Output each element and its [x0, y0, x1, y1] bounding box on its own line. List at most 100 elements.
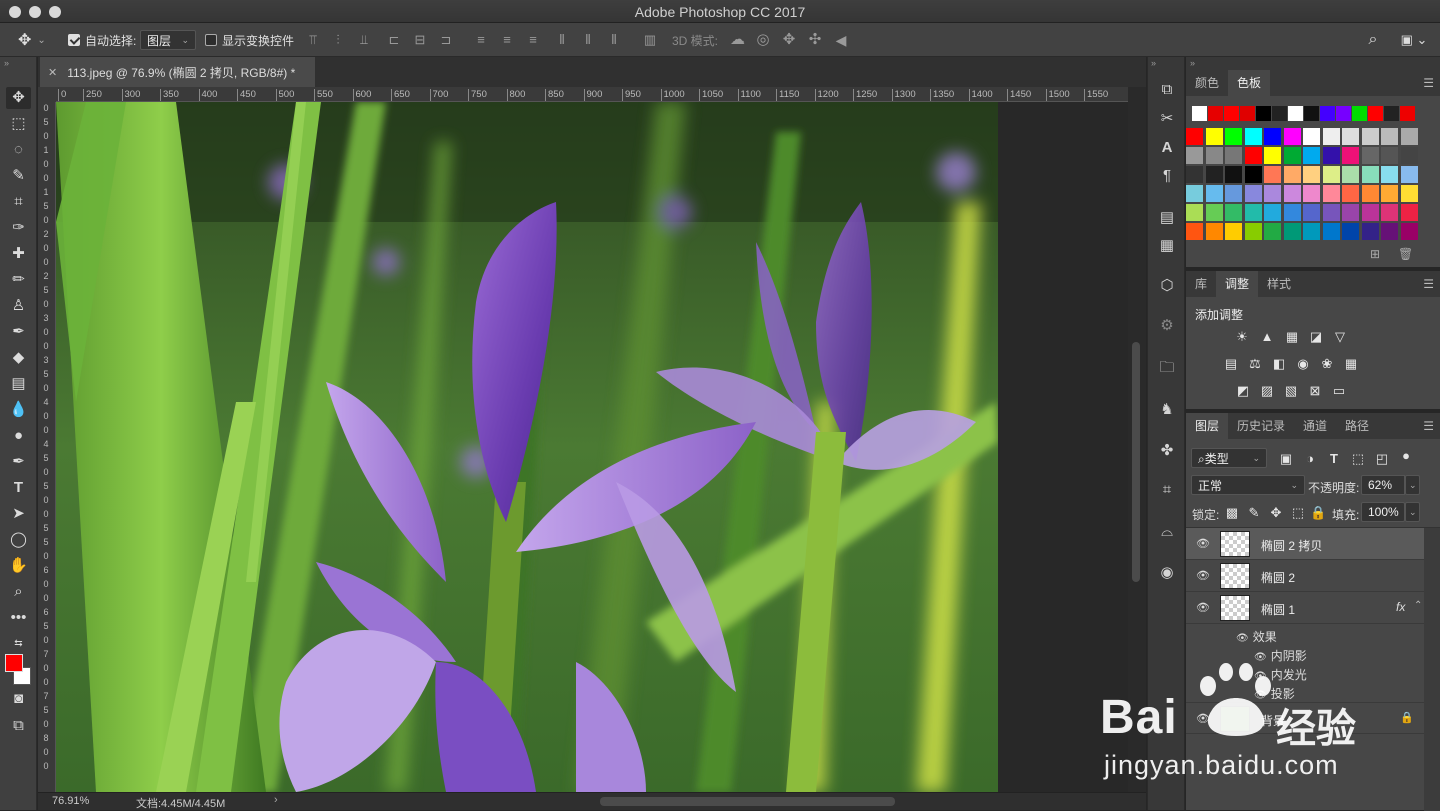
color-swatch[interactable]: [1381, 185, 1398, 202]
3d-panel-icon[interactable]: ⬡: [1156, 275, 1178, 297]
color-swatch[interactable]: [1400, 166, 1418, 183]
eraser-tool-icon[interactable]: ◆: [6, 347, 31, 369]
crop-tool-icon[interactable]: ⌗: [6, 191, 31, 213]
color-swatch[interactable]: [1342, 128, 1359, 145]
collapse-panels-icon[interactable]: »: [1151, 58, 1156, 68]
color-swatch[interactable]: [1322, 166, 1340, 183]
color-swatch[interactable]: [1283, 185, 1301, 202]
color-swatch[interactable]: [1264, 166, 1281, 183]
marquee-tool-icon[interactable]: ⬚: [6, 113, 31, 135]
color-swatch[interactable]: [1322, 204, 1340, 221]
color-swatch[interactable]: [1336, 106, 1351, 121]
color-swatch[interactable]: [1244, 204, 1262, 221]
timeline-icon[interactable]: ⚙: [1156, 315, 1178, 337]
lock-position-icon[interactable]: ✥: [1268, 506, 1284, 520]
zoom-tool-icon[interactable]: ⌕: [6, 581, 31, 603]
visibility-eye-icon[interactable]: 👁: [1196, 569, 1210, 582]
visibility-eye-icon[interactable]: 👁: [1196, 601, 1210, 614]
glyphs-icon[interactable]: ✂: [1156, 108, 1178, 130]
align-hcenter-icon[interactable]: ⊟: [413, 33, 427, 47]
align-right-icon[interactable]: ⊐: [439, 33, 453, 47]
crop-panel-icon[interactable]: ⌗: [1156, 479, 1178, 501]
fill-slider-toggle[interactable]: ⌄: [1405, 502, 1420, 522]
color-swatch[interactable]: [1244, 166, 1262, 183]
clone-source-icon[interactable]: ◉: [1156, 562, 1178, 584]
close-tab-icon[interactable]: ✕: [48, 66, 57, 79]
color-swatch[interactable]: [1186, 204, 1203, 221]
color-swatch[interactable]: [1264, 147, 1281, 164]
color-swatch[interactable]: [1381, 147, 1398, 164]
distribute-vcenter-icon[interactable]: ≡: [500, 33, 514, 47]
plugins-icon[interactable]: ✤: [1156, 440, 1178, 462]
color-swatch[interactable]: [1244, 185, 1262, 202]
clone-stamp-tool-icon[interactable]: ♙: [6, 295, 31, 317]
tab-styles[interactable]: 样式: [1258, 271, 1300, 297]
color-swatch[interactable]: [1322, 147, 1340, 164]
color-swatch[interactable]: [1264, 185, 1281, 202]
filter-adjustment-icon[interactable]: ◑: [1302, 452, 1318, 466]
color-swatch[interactable]: [1288, 106, 1303, 121]
color-swatch[interactable]: [1304, 106, 1319, 121]
color-swatch[interactable]: [1400, 106, 1415, 121]
color-balance-icon[interactable]: ⚖: [1247, 357, 1263, 371]
zoom-level[interactable]: 76.91%: [52, 795, 89, 807]
actions-icon[interactable]: ♞: [1156, 399, 1178, 421]
gradient-map-icon[interactable]: ▭: [1331, 384, 1347, 398]
effects-row[interactable]: 👁 效果: [1236, 628, 1277, 645]
panel-menu-icon[interactable]: ☰: [1423, 419, 1434, 433]
color-swatch[interactable]: [1205, 204, 1223, 221]
show-transform-checkbox[interactable]: 显示变换控件: [205, 30, 294, 50]
color-swatch[interactable]: [1225, 166, 1242, 183]
tab-libraries[interactable]: 库: [1186, 271, 1216, 297]
tab-layers[interactable]: 图层: [1186, 413, 1229, 439]
pen-tool-icon[interactable]: ✒: [6, 451, 31, 473]
color-swatch[interactable]: [1205, 166, 1223, 183]
status-menu-arrow-icon[interactable]: ›: [274, 794, 278, 806]
color-swatch[interactable]: [1342, 223, 1359, 240]
color-swatch[interactable]: [1225, 204, 1242, 221]
color-swatch[interactable]: [1361, 128, 1379, 145]
search-icon[interactable]: ⌕: [1366, 32, 1380, 48]
layer-row[interactable]: 👁 椭圆 2 拷贝: [1186, 528, 1424, 560]
align-vcenter-icon[interactable]: ⫶: [331, 33, 345, 47]
tab-history[interactable]: 历史记录: [1228, 413, 1294, 439]
color-swatch[interactable]: [1384, 106, 1399, 121]
hand-tool-icon[interactable]: ✋: [6, 555, 31, 577]
color-swatch[interactable]: [1342, 185, 1359, 202]
layer-filter-kind-dropdown[interactable]: ⌕类型 ⌄: [1191, 448, 1267, 468]
color-swatch[interactable]: [1361, 223, 1379, 240]
color-swatch[interactable]: [1381, 166, 1398, 183]
color-swatch[interactable]: [1240, 106, 1255, 121]
history-brush-tool-icon[interactable]: ✒: [6, 321, 31, 343]
color-swatch[interactable]: [1205, 147, 1223, 164]
color-swatch[interactable]: [1186, 185, 1203, 202]
auto-align-icon[interactable]: ▥: [643, 33, 657, 47]
align-left-icon[interactable]: ⊏: [387, 33, 401, 47]
color-swatch[interactable]: [1205, 128, 1223, 145]
color-swatch[interactable]: [1381, 128, 1398, 145]
filter-pixel-icon[interactable]: ▣: [1278, 452, 1294, 466]
color-swatch[interactable]: [1361, 204, 1379, 221]
3d-drag-icon[interactable]: ✥: [782, 32, 796, 47]
color-swatch[interactable]: [1244, 223, 1262, 240]
measurement-icon[interactable]: ⌓: [1156, 521, 1178, 543]
color-swatch[interactable]: [1283, 128, 1301, 145]
color-swatch[interactable]: [1205, 185, 1223, 202]
visibility-eye-icon[interactable]: 👁: [1196, 537, 1210, 550]
more-tools-icon[interactable]: •••: [6, 607, 31, 629]
chevron-up-icon[interactable]: ⌃: [1414, 600, 1422, 611]
tab-paths[interactable]: 路径: [1336, 413, 1378, 439]
move-tool-icon[interactable]: ✥: [6, 87, 31, 109]
exposure-icon[interactable]: ◪: [1308, 330, 1324, 344]
screen-mode-icon[interactable]: ⧉: [6, 715, 31, 737]
brightness-icon[interactable]: ☀: [1234, 330, 1250, 344]
healing-brush-tool-icon[interactable]: ✚: [6, 243, 31, 265]
foreground-color-swatch[interactable]: [5, 654, 23, 672]
color-swatch[interactable]: [1225, 223, 1242, 240]
color-swatch[interactable]: [1342, 204, 1359, 221]
color-swatch[interactable]: [1400, 185, 1418, 202]
distribute-hcenter-icon[interactable]: ⦀: [581, 33, 595, 47]
photo-filter-icon[interactable]: ◉: [1295, 357, 1311, 371]
color-swatch[interactable]: [1381, 204, 1398, 221]
3d-roll-icon[interactable]: ◎: [756, 32, 770, 47]
